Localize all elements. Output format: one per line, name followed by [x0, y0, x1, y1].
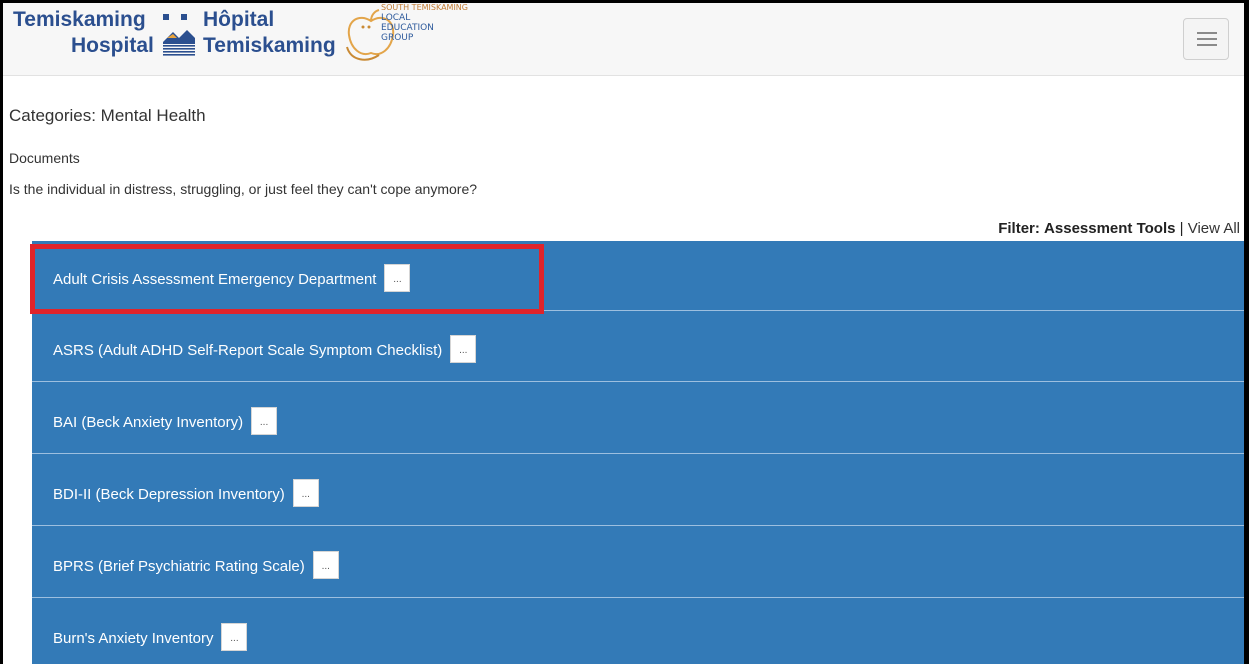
document-item[interactable]: BPRS (Brief Psychiatric Rating Scale)... [32, 528, 1244, 598]
categories-prefix: Categories: [9, 106, 96, 125]
document-title: Adult Crisis Assessment Emergency Depart… [53, 270, 377, 288]
document-item[interactable]: Adult Crisis Assessment Emergency Depart… [32, 241, 1244, 311]
logo-text-line4: Temiskaming [203, 34, 336, 57]
education-group-logo[interactable]: SOUTH TEMISKAMING LOCAL EDUCATION GROUP [341, 3, 491, 67]
document-item[interactable]: BDI-II (Beck Depression Inventory)... [32, 456, 1244, 526]
document-title: Burn's Anxiety Inventory [53, 629, 214, 647]
documents-heading: Documents [9, 150, 80, 166]
document-item[interactable]: ASRS (Adult ADHD Self-Report Scale Sympt… [32, 312, 1244, 382]
hamburger-icon [1197, 32, 1217, 34]
breadcrumb-categories: Categories: Mental Health [9, 106, 206, 126]
document-title: BAI (Beck Anxiety Inventory) [53, 413, 244, 431]
top-navbar: Temiskaming Hospital Hôpital Temiskaming [3, 3, 1244, 76]
hamburger-menu-button[interactable] [1183, 18, 1229, 60]
category-link-mental-health[interactable]: Mental Health [101, 106, 206, 125]
logo-text-line2: Hospital [71, 34, 154, 57]
logo-edu-line1: SOUTH TEMISKAMING [381, 3, 468, 12]
logo-edu-line2: LOCAL [381, 13, 411, 23]
document-item-label: BDI-II (Beck Depression Inventory)... [53, 479, 319, 509]
logo-text-line1: Temiskaming [13, 8, 146, 31]
filter-option-view-all[interactable]: View All [1188, 220, 1240, 237]
filter-separator: | [1179, 220, 1184, 237]
document-title: BDI-II (Beck Depression Inventory) [53, 485, 285, 503]
more-options-button[interactable]: ... [450, 335, 477, 363]
hamburger-icon-bar [1197, 38, 1217, 40]
filter-label: Filter: [998, 220, 1040, 237]
document-item-label: Adult Crisis Assessment Emergency Depart… [53, 264, 411, 294]
document-title: ASRS (Adult ADHD Self-Report Scale Sympt… [53, 341, 443, 359]
document-item-label: BAI (Beck Anxiety Inventory)... [53, 407, 278, 437]
more-options-button[interactable]: ... [251, 407, 278, 435]
document-item[interactable]: BAI (Beck Anxiety Inventory)... [32, 384, 1244, 454]
document-item-label: BPRS (Brief Psychiatric Rating Scale)... [53, 551, 339, 581]
logo-text-line3: Hôpital [203, 8, 275, 31]
hospital-logo-mark-icon [163, 14, 195, 56]
document-item-label: Burn's Anxiety Inventory... [53, 623, 248, 653]
temiskaming-hospital-logo[interactable]: Temiskaming Hospital Hôpital Temiskaming [13, 6, 343, 60]
logo-edu-line4: GROUP [381, 33, 414, 43]
more-options-button[interactable]: ... [292, 479, 319, 507]
more-options-button[interactable]: ... [384, 264, 411, 292]
hamburger-icon-bar [1197, 44, 1217, 46]
more-options-button[interactable]: ... [312, 551, 339, 579]
page-frame: Temiskaming Hospital Hôpital Temiskaming [3, 3, 1244, 664]
filter-option-assessment-tools[interactable]: Assessment Tools [1044, 220, 1175, 237]
document-list: Adult Crisis Assessment Emergency Depart… [32, 241, 1244, 664]
document-item-label: ASRS (Adult ADHD Self-Report Scale Sympt… [53, 335, 477, 365]
document-title: BPRS (Brief Psychiatric Rating Scale) [53, 557, 305, 575]
document-item[interactable]: Burn's Anxiety Inventory... [32, 600, 1244, 664]
logo-edu-line3: EDUCATION [381, 23, 434, 33]
category-question-text: Is the individual in distress, strugglin… [9, 181, 478, 197]
filter-bar: Filter: Assessment Tools | View All [998, 220, 1240, 237]
more-options-button[interactable]: ... [221, 623, 248, 651]
